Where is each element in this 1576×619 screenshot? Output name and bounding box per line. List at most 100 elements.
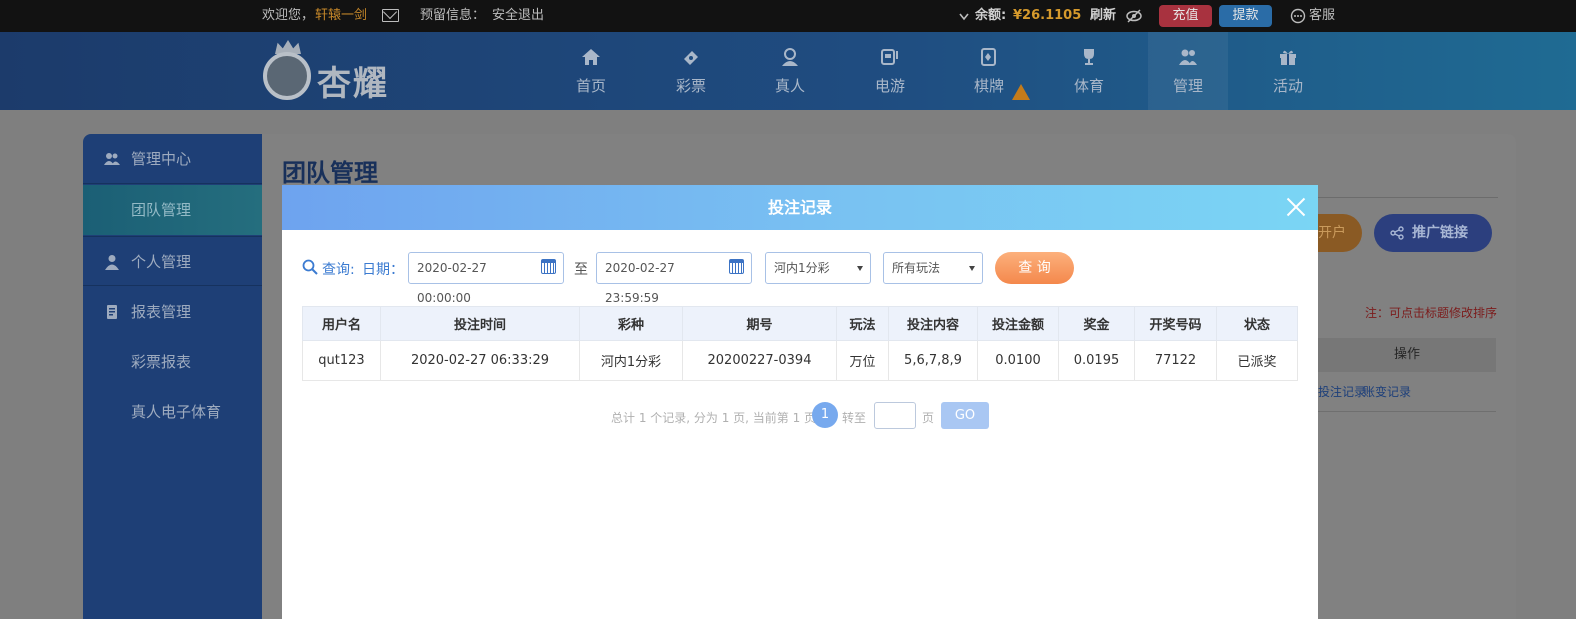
trophy-icon: [1084, 49, 1094, 65]
status-badge: 已派奖: [1216, 340, 1298, 381]
date-label: 日期：: [362, 262, 404, 278]
cell-bet-content: 5,6,7,8,9: [888, 340, 978, 381]
logout-link[interactable]: 安全退出: [492, 0, 544, 32]
cell-username: qut123: [302, 340, 381, 381]
bet-records-link[interactable]: 投注记录: [1318, 372, 1366, 412]
nav-slots[interactable]: 电游: [850, 32, 930, 110]
chevron-down-icon[interactable]: [958, 12, 970, 22]
sidebar: 管理中心 团队管理 个人管理 报表管理 彩票报表 真人电子体育: [83, 134, 262, 619]
column-header-bet-content[interactable]: 投注内容: [888, 306, 978, 341]
account-records-link[interactable]: 账变记录: [1363, 372, 1411, 412]
nav-label: 真人: [774, 77, 805, 95]
ticket-icon: [684, 51, 698, 65]
calendar-icon[interactable]: [729, 259, 744, 274]
cards-icon: [981, 48, 996, 66]
cell-prize: 0.0195: [1058, 340, 1135, 381]
reserved-info-label: 预留信息：: [420, 8, 486, 23]
mail-icon[interactable]: [382, 9, 399, 22]
chat-icon[interactable]: [1290, 8, 1306, 24]
dealer-icon: [782, 48, 798, 66]
sidebar-item-management-center[interactable]: 管理中心: [83, 134, 262, 184]
promo-link-button[interactable]: 推广链接: [1374, 214, 1492, 252]
column-header-bet-time[interactable]: 投注时间: [380, 306, 580, 341]
home-icon: [582, 49, 600, 65]
cell-issue: 20200227-0394: [682, 340, 837, 381]
username-link[interactable]: 轩辕一剑: [315, 0, 367, 32]
sidebar-item-lottery-report[interactable]: 彩票报表: [83, 337, 262, 387]
hot-badge-icon: [1012, 84, 1030, 100]
nav-home[interactable]: 首页: [551, 32, 631, 110]
modal-header: 投注记录: [282, 185, 1318, 230]
table-row: qut123 2020-02-27 06:33:29 河内1分彩 2020022…: [302, 340, 1298, 381]
column-header-prize[interactable]: 奖金: [1058, 306, 1135, 341]
refresh-link[interactable]: 刷新: [1090, 0, 1116, 32]
sidebar-item-report-management[interactable]: 报表管理: [83, 287, 262, 337]
page-number-current[interactable]: 1: [812, 402, 838, 428]
modal-title: 投注记录: [767, 198, 832, 217]
dropdown-arrow-icon: [857, 266, 863, 271]
cell-bet-time: 2020-02-27 06:33:29: [380, 340, 580, 381]
nav-sports[interactable]: 体育: [1049, 32, 1129, 110]
eye-hidden-icon[interactable]: [1125, 9, 1143, 23]
sidebar-item-label: 个人管理: [131, 253, 192, 271]
calendar-icon[interactable]: [541, 259, 556, 274]
nav-management[interactable]: 管理: [1148, 32, 1228, 110]
bet-records-table: 用户名 投注时间 彩种 期号 玩法 投注内容 投注金额 奖金 开奖号码 状态 q…: [302, 306, 1298, 381]
cell-draw-number: 77122: [1134, 340, 1217, 381]
team-table-row: 投注记录 账变记录: [1318, 372, 1496, 412]
nav-label: 体育: [1073, 77, 1104, 95]
dropdown-arrow-icon: [969, 266, 975, 271]
column-header-play[interactable]: 玩法: [836, 306, 889, 341]
customer-service-link[interactable]: 客服: [1309, 0, 1335, 32]
sidebar-item-label: 彩票报表: [131, 353, 192, 371]
nav-label: 首页: [575, 77, 606, 95]
report-icon: [107, 305, 117, 319]
lottery-type-select[interactable]: 河内1分彩: [765, 252, 871, 284]
cell-bet-amount: 0.0100: [977, 340, 1059, 381]
search-icon: [302, 259, 318, 275]
logo-emblem-icon: [263, 52, 311, 100]
page-suffix-label: 页: [922, 411, 935, 425]
page-title: 团队管理: [282, 159, 378, 187]
column-header-username[interactable]: 用户名: [302, 306, 381, 341]
sidebar-item-label: 真人电子体育: [131, 403, 222, 421]
site-logo[interactable]: 杏耀: [263, 40, 413, 104]
table-header-row: 用户名 投注时间 彩种 期号 玩法 投注内容 投注金额 奖金 开奖号码 状态: [302, 306, 1298, 341]
nav-label: 管理: [1172, 77, 1203, 95]
nav-promotions[interactable]: 活动: [1248, 32, 1328, 110]
column-header-draw-number[interactable]: 开奖号码: [1134, 306, 1217, 341]
go-button[interactable]: GO: [941, 402, 989, 429]
bet-records-modal: 投注记录 查询: 日期： 2020-02-27 00:00:00 至 2020-…: [282, 185, 1318, 619]
main-header: 杏耀 首页 彩票 真人 电游 棋牌 体育 管理 活动: [0, 32, 1576, 110]
brand-name: 杏耀: [317, 64, 389, 104]
welcome-text: 欢迎您，: [262, 8, 315, 23]
sidebar-item-team-management[interactable]: 团队管理: [83, 185, 262, 235]
slot-icon: [881, 49, 898, 65]
column-header-status[interactable]: 状态: [1216, 306, 1298, 341]
cell-play: 万位: [836, 340, 889, 381]
column-header-issue[interactable]: 期号: [682, 306, 837, 341]
nav-label: 活动: [1272, 77, 1303, 95]
sort-note: 注：可点击标题修改排序: [1365, 306, 1498, 320]
sidebar-item-live-electronic-sports[interactable]: 真人电子体育: [83, 387, 262, 437]
date-separator: 至: [574, 262, 588, 278]
nav-label: 电游: [874, 77, 905, 95]
nav-live[interactable]: 真人: [750, 32, 830, 110]
top-bar: 欢迎您， 轩辕一剑 预留信息： 安全退出 余额: ¥26.1105 刷新 充值 …: [0, 0, 1576, 32]
close-icon[interactable]: [1286, 197, 1306, 217]
sidebar-item-label: 团队管理: [131, 201, 192, 219]
sidebar-item-label: 报表管理: [131, 303, 192, 321]
query-button[interactable]: 查 询: [995, 252, 1074, 284]
users-icon: [1179, 49, 1197, 65]
nav-lottery[interactable]: 彩票: [651, 32, 731, 110]
column-header-lottery[interactable]: 彩种: [579, 306, 683, 341]
users-icon: [104, 153, 120, 165]
goto-page-input[interactable]: [874, 402, 916, 429]
play-type-select[interactable]: 所有玩法: [883, 252, 983, 284]
withdraw-button[interactable]: 提款: [1219, 5, 1272, 27]
lottery-type-value: 河内1分彩: [774, 261, 830, 275]
share-icon: [1390, 226, 1404, 240]
recharge-button[interactable]: 充值: [1159, 5, 1212, 27]
column-header-bet-amount[interactable]: 投注金额: [977, 306, 1059, 341]
sidebar-item-personal-management[interactable]: 个人管理: [83, 236, 262, 286]
